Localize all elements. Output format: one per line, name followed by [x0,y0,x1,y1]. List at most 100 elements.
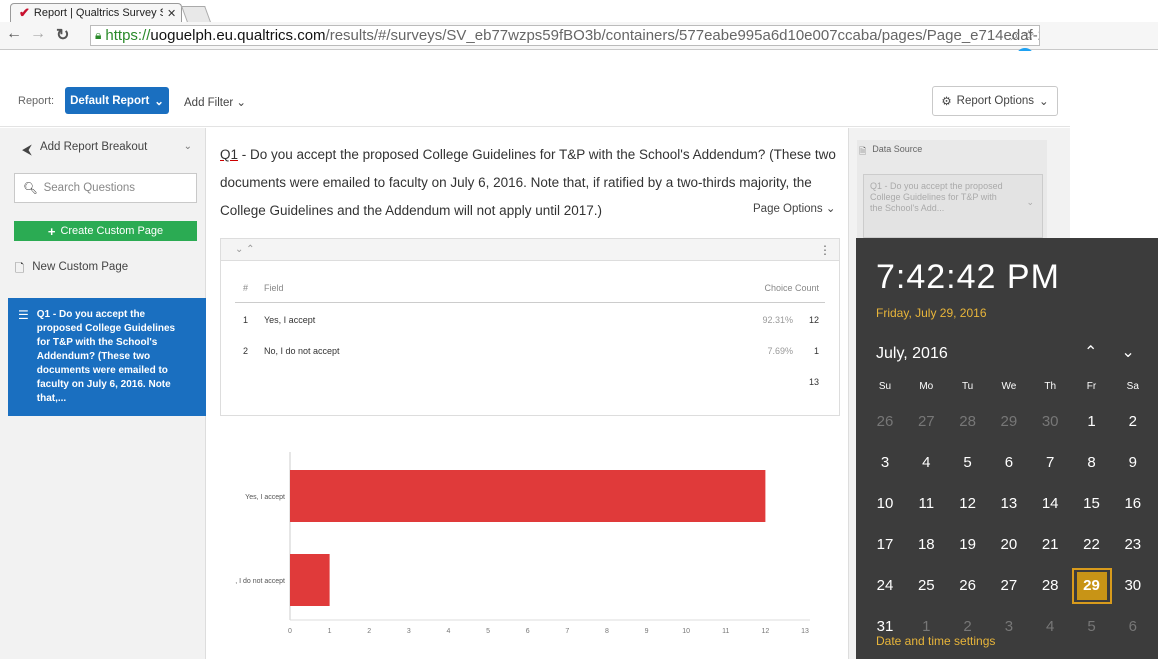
url-path: /results/#/surveys/SV_eb77wzps59fBO3b/co… [325,27,1040,44]
search-questions-input[interactable]: 🔍︎ Search Questions [14,173,197,203]
calendar-day[interactable]: 21 [1030,527,1070,563]
calendar-day[interactable]: 19 [948,527,988,563]
calendar-day[interactable]: 18 [906,527,946,563]
chevron-down-icon[interactable]: ⌄ [1121,342,1134,362]
clock-time: 7:42:42 PM [876,258,1060,296]
calendar-day[interactable]: 1 [906,609,946,645]
chart-bar [290,554,330,606]
calendar-day[interactable]: 6 [989,445,1029,481]
calendar-day[interactable]: 27 [989,568,1029,604]
calendar-day[interactable]: 30 [1113,568,1153,604]
calendar-day[interactable]: 5 [1072,609,1112,645]
chart-category-label: , I do not accept [235,578,285,585]
left-sidebar: ⮜ Add Report Breakout ⌄ 🔍︎ Search Questi… [0,128,206,659]
create-custom-page-button[interactable]: + Create Custom Page [14,221,197,241]
calendar-day[interactable]: 3 [989,609,1029,645]
chart-bar [290,470,766,522]
calendar-day[interactable]: 31 [865,609,905,645]
new-custom-page-item[interactable]: 🗋 New Custom Page [15,261,128,280]
calendar-day[interactable]: 8 [1072,445,1112,481]
calendar-day[interactable]: 26 [865,404,905,440]
calendar-day[interactable]: 11 [906,486,946,522]
calendar-day[interactable]: 10 [865,486,905,522]
calendar-day[interactable]: 1 [1072,404,1112,440]
create-page-label: Create Custom Page [60,225,164,237]
total-count: 13 [808,377,819,387]
calendar-day[interactable]: 7 [1030,445,1070,481]
calendar-day[interactable]: 28 [948,404,988,440]
search-placeholder: Search Questions [43,182,136,194]
calendar-day[interactable]: 16 [1113,486,1153,522]
forward-icon[interactable]: → [30,25,46,43]
calendar-month[interactable]: July, 2016 [876,345,948,363]
calendar-day[interactable]: 4 [1030,609,1070,645]
row-percent: 92.31% [762,315,793,325]
calendar-day[interactable]: 26 [948,568,988,604]
clock-flyout: 7:42:42 PM Friday, July 29, 2016 July, 2… [856,238,1158,659]
default-report-button[interactable]: Default Report ⌄ [65,87,169,114]
calendar-day[interactable]: 20 [989,527,1029,563]
calendar-day[interactable]: 13 [989,486,1029,522]
more-options-icon[interactable]: ⋮ [819,243,831,257]
chevron-up-icon[interactable]: ⌃ [1084,342,1097,362]
weekday-label: We [1001,381,1017,392]
page-options-button[interactable]: Page Options ⌄ [749,201,836,215]
calendar-day[interactable]: 25 [906,568,946,604]
address-bar-row: ← → ↻ 🔒︎ https://uoguelph.eu.qualtrics.c… [0,22,1158,66]
row-number: 2 [243,346,249,356]
data-source-select[interactable]: Q1 - Do you accept the proposed College … [863,174,1043,238]
report-header: Report: Default Report ⌄ Add Filter ⌄ ⚙ … [0,51,1070,127]
chart-tick-label: 7 [565,628,569,635]
row-number: 1 [243,315,249,325]
search-icon: 🔍︎ [23,183,38,195]
calendar-day[interactable]: 4 [906,445,946,481]
add-filter-button[interactable]: Add Filter ⌄ [184,95,246,109]
calendar-day[interactable]: 17 [865,527,905,563]
zoom-icon[interactable]: ⌕ [1011,27,1019,44]
calendar-day[interactable]: 6 [1113,609,1153,645]
weekday-label: Sa [1126,381,1139,392]
chart-tick-label: 13 [801,628,809,635]
bookmark-star-icon[interactable]: ☆ [1022,27,1035,44]
browser-tab[interactable]: ✔ Report | Qualtrics Survey S ✕ [10,3,182,22]
report-options-button[interactable]: ⚙ Report Options ⌄ [932,86,1058,116]
chart-tick-label: 11 [722,628,729,635]
calendar-day[interactable]: 27 [906,404,946,440]
add-report-breakout-button[interactable]: ⮜ Add Report Breakout ⌄ [22,141,192,158]
browser-tab-bar: ✔ Report | Qualtrics Survey S ✕ [0,0,1158,22]
breakout-label: Add Report Breakout [39,141,148,153]
plus-icon: + [47,223,56,239]
calendar-day[interactable]: 5 [948,445,988,481]
calendar-day[interactable]: 29 [1071,568,1112,604]
calendar-day[interactable]: 22 [1072,527,1112,563]
calendar-day[interactable]: 9 [1113,445,1153,481]
calendar-day[interactable]: 2 [948,609,988,645]
back-icon[interactable]: ← [6,25,22,43]
weekday-label: Mo [919,381,934,392]
col-field: Field [264,283,284,293]
calendar-day[interactable]: 3 [865,445,905,481]
chart-tick-label: 9 [645,628,649,635]
chart-tick-label: 8 [605,628,609,635]
calendar-day[interactable]: 14 [1030,486,1070,522]
calendar-day[interactable]: 15 [1072,486,1112,522]
calendar-day[interactable]: 29 [989,404,1029,440]
calendar-day[interactable]: 2 [1113,404,1153,440]
collapse-arrows-icon[interactable]: ⌄ ⌃ [235,244,255,255]
list-icon: ☰ [18,308,29,322]
row-count: 1 [813,346,819,356]
calendar-day[interactable]: 23 [1113,527,1153,563]
close-icon[interactable]: ✕ [167,7,181,20]
url-input[interactable]: 🔒︎ https://uoguelph.eu.qualtrics.com/res… [90,25,1040,46]
calendar-day[interactable]: 12 [948,486,988,522]
clock-date[interactable]: Friday, July 29, 2016 [876,306,987,320]
chart-tick-label: 4 [447,628,451,635]
chevron-down-icon: ⌄ [825,203,836,215]
calendar-day[interactable]: 24 [865,568,905,604]
calendar-day[interactable]: 28 [1030,568,1070,604]
calendar-day[interactable]: 30 [1030,404,1070,440]
reload-icon[interactable]: ↻ [56,25,69,45]
sidebar-item-q1[interactable]: ☰ Q1 - Do you accept the proposed Colleg… [8,298,206,416]
chart-tick-label: 6 [526,628,530,635]
new-tab-button[interactable] [181,6,211,22]
